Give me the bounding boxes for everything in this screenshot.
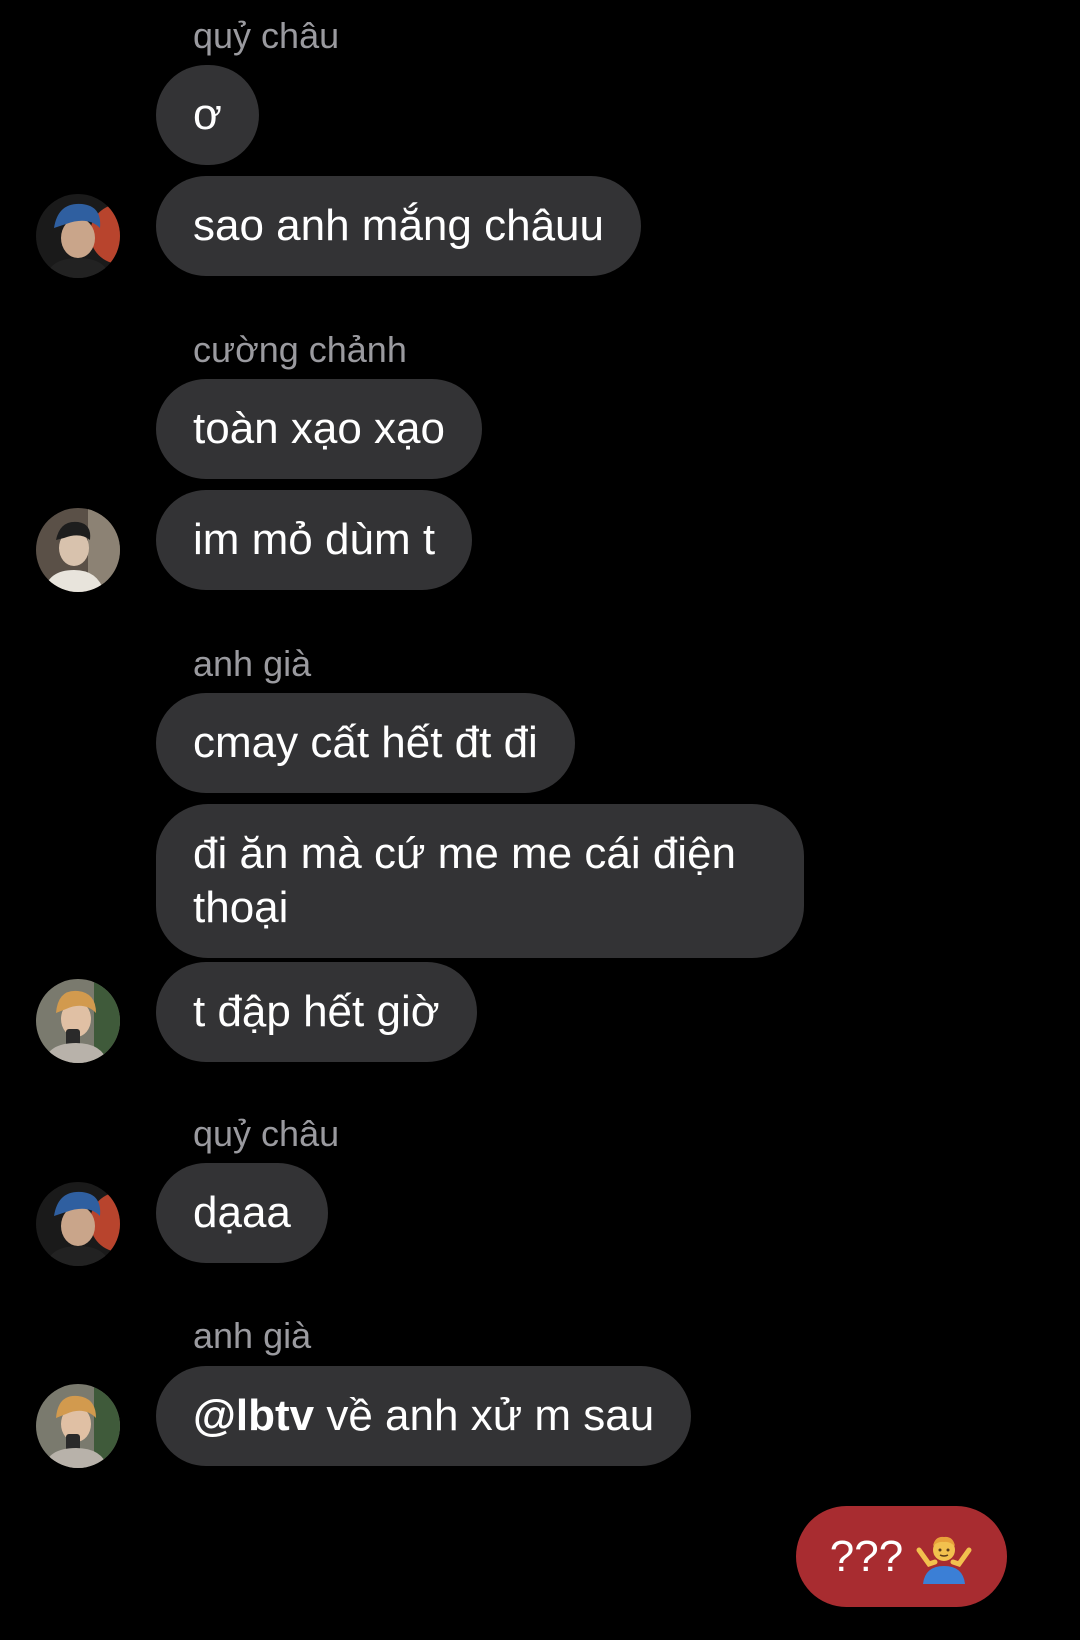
sender-name: cường chảnh (193, 329, 407, 370)
message-bubble[interactable]: đi ăn mà cứ me me cái điện thoại (156, 804, 804, 958)
avatar-image-blonde-hair (36, 1384, 120, 1468)
message-text: về anh xử m sau (314, 1391, 655, 1440)
avatar[interactable] (36, 194, 120, 278)
message-bubble[interactable]: sao anh mắng châuu (156, 176, 641, 276)
man-shrugging-icon (915, 1528, 973, 1586)
avatar[interactable] (36, 1384, 120, 1468)
message-text: ??? (829, 1531, 904, 1581)
message-bubble[interactable]: toàn xạo xạo (156, 379, 482, 479)
mention-link[interactable]: @lbtv (193, 1391, 314, 1440)
avatar[interactable] (36, 979, 120, 1063)
sender-name: anh già (193, 1315, 312, 1356)
sender-name: quỷ châu (193, 15, 340, 56)
message-bubble[interactable]: @lbtv về anh xử m sau (156, 1366, 692, 1466)
message-bubble[interactable]: cmay cất hết đt đi (156, 693, 575, 793)
message-bubble[interactable]: ơ (156, 65, 259, 165)
avatar[interactable] (36, 1182, 120, 1266)
message-bubble[interactable]: t đập hết giờ (156, 962, 477, 1062)
avatar-image-blue-hair (36, 194, 120, 278)
avatar-image-blonde-hair (36, 979, 120, 1063)
avatar-image-dark-hair (36, 508, 120, 592)
avatar-image-blue-hair (36, 1182, 120, 1266)
sender-name: anh già (193, 643, 312, 684)
message-bubble[interactable]: dạaa (156, 1163, 328, 1263)
sender-name: quỷ châu (193, 1113, 340, 1154)
outgoing-message-bubble[interactable]: ??? (796, 1506, 1007, 1607)
avatar[interactable] (36, 508, 120, 592)
message-bubble[interactable]: im mỏ dùm t (156, 490, 473, 590)
